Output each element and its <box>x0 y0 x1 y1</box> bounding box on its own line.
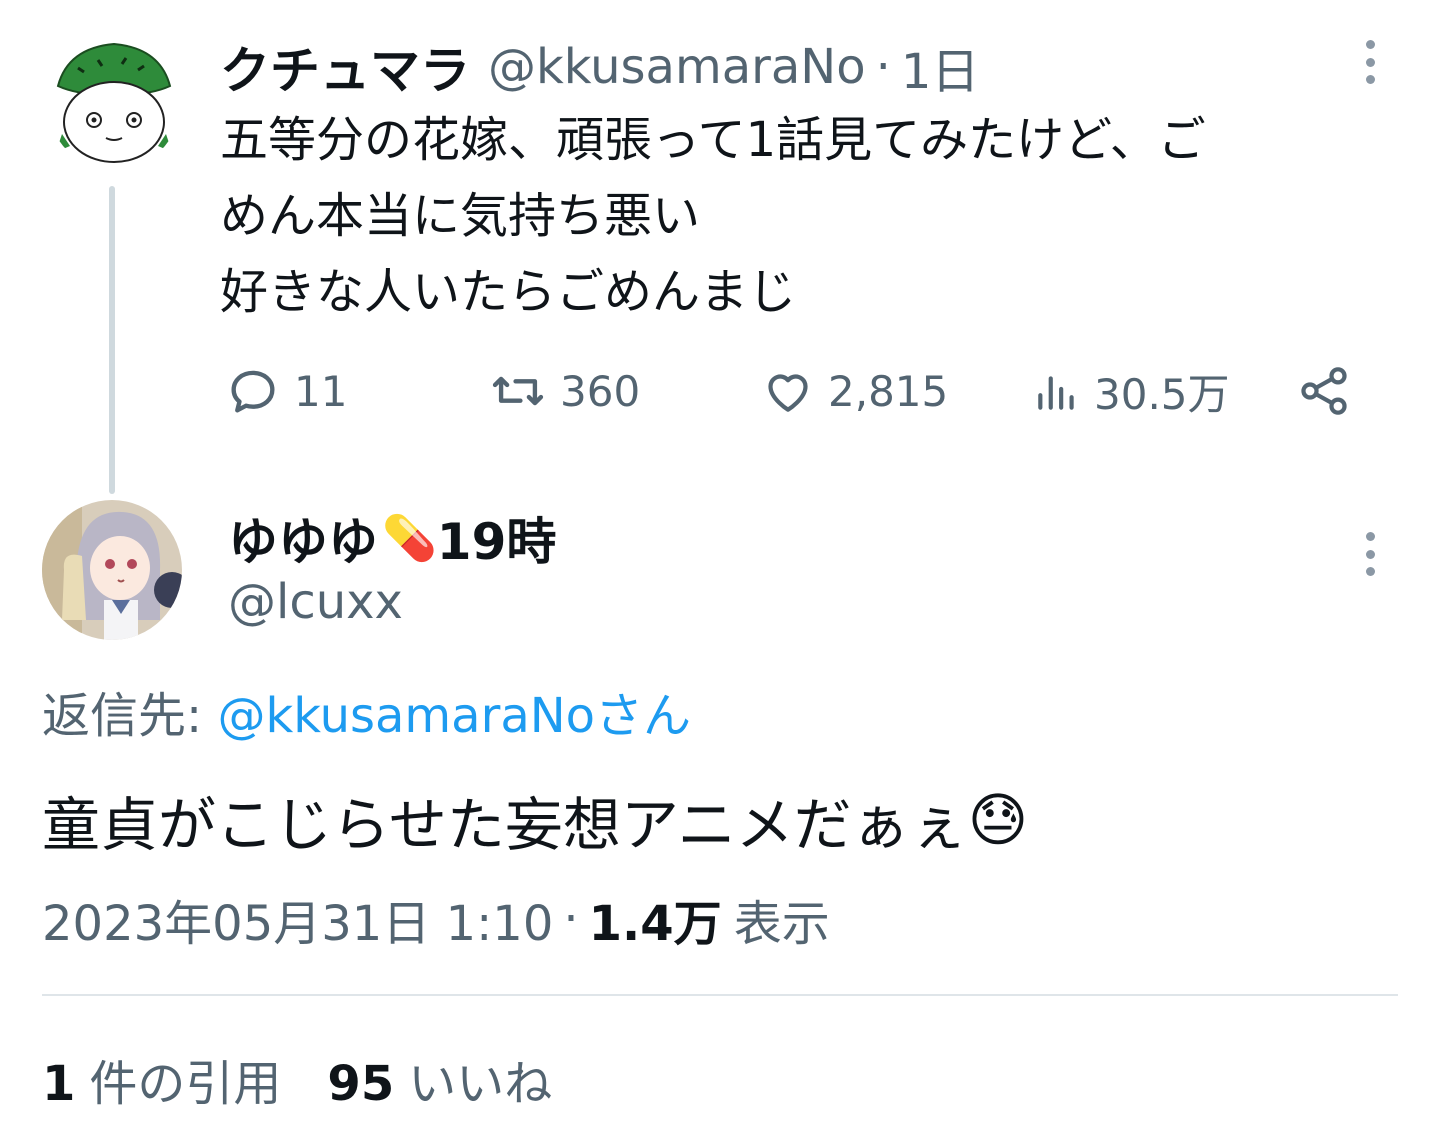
share-button[interactable] <box>1296 356 1364 426</box>
parent-tweet-text: 五等分の花嫁、頑張って1話見てみたけど、ご めん本当に気持ち悪い 好きな人いたら… <box>220 102 1380 330</box>
quotes-label: 件の引用 <box>89 1056 282 1112</box>
parent-more-button[interactable] <box>1352 40 1388 88</box>
engagement-stats: 1 件の引用 95 いいね <box>42 1044 552 1114</box>
reply-meta: 2023年05月31日 1:10 · 1.4万 表示 <box>42 884 830 954</box>
likes-count: 95 <box>327 1056 395 1112</box>
reply-count: 11 <box>294 366 348 416</box>
reply-display-name[interactable]: ゆゆゆ 💊 19時 <box>228 502 556 574</box>
tweet-text-line: 五等分の花嫁、頑張って1話見てみたけど、ご <box>220 112 1206 168</box>
reply-views-label: 表示 <box>733 896 830 952</box>
parent-handle[interactable]: @kkusamaraNo <box>488 39 866 95</box>
views-count: 30.5万 <box>1094 369 1230 419</box>
thread-connector <box>109 186 115 494</box>
retweet-button[interactable]: 360 <box>488 356 640 426</box>
share-icon <box>1301 367 1347 415</box>
reply-name-suffix: 19時 <box>436 513 557 571</box>
quotes-count: 1 <box>42 1056 76 1112</box>
retweet-icon <box>492 376 544 406</box>
more-icon <box>1352 40 1388 84</box>
reply-more-button[interactable] <box>1352 532 1388 580</box>
retweet-count: 360 <box>560 366 641 416</box>
reply-button[interactable]: 11 <box>224 356 347 426</box>
divider <box>42 994 1398 996</box>
parent-avatar[interactable] <box>48 38 180 170</box>
like-count: 2,815 <box>828 366 949 416</box>
views-button[interactable]: 30.5万 <box>1032 356 1230 426</box>
reply-icon <box>231 370 275 413</box>
reply-to-label: 返信先: <box>42 688 203 744</box>
parent-action-bar: 11 360 2,815 30.5万 <box>220 356 1360 426</box>
reply-timestamp[interactable]: 2023年05月31日 1:10 <box>42 884 553 954</box>
separator-dot: · <box>875 39 891 95</box>
reply-to-line: 返信先: @kkusamaraNoさん <box>42 676 691 746</box>
parent-header: クチュマラ @kkusamaraNo · 1日 <box>220 32 979 102</box>
quotes-stat[interactable]: 1 件の引用 <box>42 1044 281 1114</box>
likes-label: いいね <box>408 1056 553 1112</box>
more-icon <box>1352 532 1388 576</box>
like-icon <box>768 374 808 412</box>
tweet-text-line: 好きな人いたらごめんまじ <box>220 264 797 320</box>
views-icon <box>1038 376 1074 410</box>
like-button[interactable]: 2,815 <box>760 356 948 426</box>
separator-dot: · <box>563 891 579 947</box>
pill-emoji: 💊 <box>382 513 437 564</box>
reply-tweet-text: 童貞がこじらせた妄想アニメだぁぇ 😓 <box>42 778 1028 862</box>
reply-to-mention-link[interactable]: @kkusamaraNoさん <box>217 688 691 744</box>
reply-views-count: 1.4万 <box>588 896 722 952</box>
likes-stat[interactable]: 95 いいね <box>327 1044 552 1114</box>
reply-avatar[interactable] <box>42 500 182 640</box>
reply-handle[interactable]: @lcuxx <box>228 574 403 630</box>
tweet-text-line: めん本当に気持ち悪い <box>220 188 701 244</box>
sweat-face-emoji: 😓 <box>967 786 1029 854</box>
parent-time[interactable]: 1日 <box>901 32 980 102</box>
reply-name-text: ゆゆゆ <box>228 513 378 571</box>
parent-display-name[interactable]: クチュマラ <box>220 31 470 103</box>
reply-text-body: 童貞がこじらせた妄想アニメだぁぇ <box>42 791 968 859</box>
